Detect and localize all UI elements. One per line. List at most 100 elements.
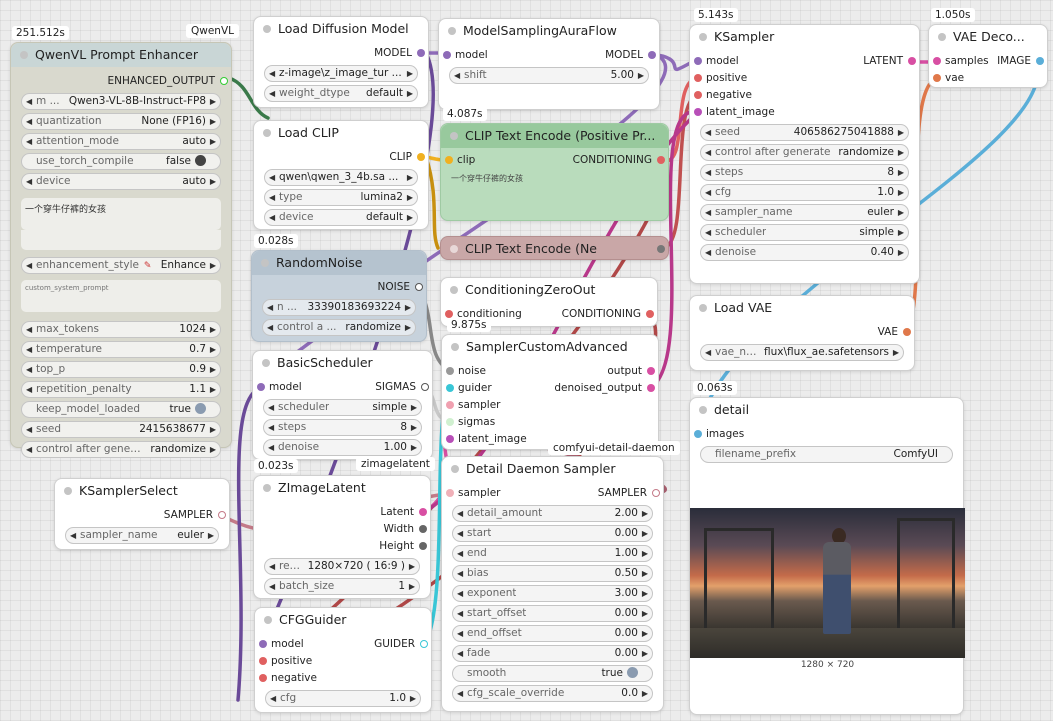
collapse-dot-icon[interactable]	[262, 359, 270, 367]
output-socket[interactable]	[903, 328, 911, 336]
node-title[interactable]: Load CLIP	[254, 121, 428, 145]
output-socket[interactable]	[419, 508, 427, 516]
toggle-knob-icon[interactable]	[195, 155, 206, 166]
left-arrow-icon[interactable]: ◀	[268, 400, 274, 415]
output-model[interactable]: MODEL	[254, 45, 428, 62]
collapse-dot-icon[interactable]	[451, 343, 459, 351]
node-title[interactable]: KSampler	[690, 25, 919, 49]
input-socket[interactable]	[259, 657, 267, 665]
input-model[interactable]: model MODEL	[439, 47, 659, 64]
node-title[interactable]: ConditioningZeroOut	[441, 278, 657, 302]
widget-quantization[interactable]: ◀ quantization None (FP16) ▶	[21, 113, 221, 130]
right-arrow-icon[interactable]: ▶	[642, 686, 648, 701]
zimage-latent-node[interactable]: ZImageLatent Latent Width Height ◀ re ...…	[253, 475, 431, 599]
output-socket[interactable]	[646, 310, 654, 318]
preview-image[interactable]	[690, 508, 965, 658]
collapse-dot-icon[interactable]	[261, 259, 269, 267]
left-arrow-icon[interactable]: ◀	[26, 322, 32, 337]
right-arrow-icon[interactable]: ▶	[210, 114, 216, 129]
output-socket[interactable]	[417, 49, 425, 57]
collapse-dot-icon[interactable]	[699, 406, 707, 414]
left-arrow-icon[interactable]: ◀	[267, 300, 273, 315]
left-arrow-icon[interactable]: ◀	[26, 442, 32, 457]
node-title[interactable]: Detail Daemon Sampler	[442, 457, 663, 481]
right-arrow-icon[interactable]: ▶	[407, 170, 413, 185]
input-socket[interactable]	[446, 418, 454, 426]
widget-weight-dtype[interactable]: ◀ weight_dtype default ▶	[264, 85, 418, 102]
left-arrow-icon[interactable]: ◀	[705, 245, 711, 260]
collapse-dot-icon[interactable]	[448, 27, 456, 35]
output-socket[interactable]	[647, 367, 655, 375]
right-arrow-icon[interactable]: ▶	[210, 362, 216, 377]
widget-start-offset[interactable]: ◀ start_offset 0.00 ▶	[452, 605, 653, 622]
widget-scheduler[interactable]: ◀ scheduler simple ▶	[700, 224, 909, 241]
widget-repetition-penalty[interactable]: ◀ repetition_penalty 1.1 ▶	[21, 381, 221, 398]
collapse-dot-icon[interactable]	[263, 484, 271, 492]
right-arrow-icon[interactable]: ▶	[411, 440, 417, 455]
node-title[interactable]: ZImageLatent	[254, 476, 430, 500]
widget-cfg-scale-override[interactable]: ◀ cfg_scale_override 0.0 ▶	[452, 685, 653, 702]
right-arrow-icon[interactable]: ▶	[208, 528, 214, 543]
output-latent[interactable]: Latent	[254, 504, 430, 521]
right-arrow-icon[interactable]: ▶	[210, 174, 216, 189]
widget-steps[interactable]: ◀ steps 8 ▶	[700, 164, 909, 181]
left-arrow-icon[interactable]: ◀	[454, 68, 460, 83]
widget-denoise[interactable]: ◀ denoise 1.00 ▶	[263, 439, 422, 456]
input-socket[interactable]	[446, 384, 454, 392]
widget-unet-name[interactable]: ◀ z-image\z_image_tur ... ▶	[264, 65, 418, 82]
node-title[interactable]: Load Diffusion Model	[254, 17, 428, 41]
toggle-knob-icon[interactable]	[627, 667, 638, 678]
right-arrow-icon[interactable]: ▶	[409, 559, 415, 574]
right-arrow-icon[interactable]: ▶	[407, 210, 413, 225]
collapse-dot-icon[interactable]	[450, 286, 458, 294]
widget-detail-amount[interactable]: ◀ detail_amount 2.00 ▶	[452, 505, 653, 522]
widget-control-after-generate[interactable]: ◀ control after generate randomize ▶	[700, 144, 909, 161]
widget-batch-size[interactable]: ◀ batch_size 1 ▶	[264, 578, 420, 595]
left-arrow-icon[interactable]: ◀	[457, 586, 463, 601]
collapse-dot-icon[interactable]	[450, 245, 458, 253]
left-arrow-icon[interactable]: ◀	[457, 566, 463, 581]
left-arrow-icon[interactable]: ◀	[26, 258, 32, 273]
right-arrow-icon[interactable]: ▶	[898, 125, 904, 140]
widget-keep-model-loaded[interactable]: keep_model_loaded true	[21, 401, 221, 418]
prompt-text[interactable]: 一个穿牛仔裤的女孩	[451, 173, 658, 211]
output-height[interactable]: Height	[254, 538, 430, 555]
widget-sampler-name[interactable]: ◀ sampler_name euler ▶	[65, 527, 219, 544]
output-socket[interactable]	[417, 153, 425, 161]
right-arrow-icon[interactable]: ▶	[410, 691, 416, 706]
right-arrow-icon[interactable]: ▶	[210, 442, 216, 457]
left-arrow-icon[interactable]: ◀	[705, 165, 711, 180]
left-arrow-icon[interactable]: ◀	[26, 174, 32, 189]
widget-resolution[interactable]: ◀ re ... 1280×720 ( 16:9 ) ▶	[264, 558, 420, 575]
input-clip[interactable]: clip CONDITIONING	[441, 152, 668, 169]
output-vae[interactable]: VAE	[690, 324, 914, 341]
toggle-knob-icon[interactable]	[195, 403, 206, 414]
node-title[interactable]: CLIP Text Encode (Ne	[441, 237, 668, 261]
output-noise[interactable]: NOISE	[252, 279, 426, 296]
load-vae-node[interactable]: Load VAE VAE ◀ vae_n ... flux\flux_ae.safe…	[689, 295, 915, 371]
left-arrow-icon[interactable]: ◀	[269, 66, 275, 81]
widget-filename-prefix[interactable]: filename_prefix ComfyUI	[700, 446, 953, 463]
collapse-dot-icon[interactable]	[20, 51, 28, 59]
output-socket[interactable]	[415, 283, 423, 291]
widget-steps[interactable]: ◀ steps 8 ▶	[263, 419, 422, 436]
left-arrow-icon[interactable]: ◀	[705, 345, 711, 360]
node-title[interactable]: RandomNoise	[252, 251, 426, 275]
collapse-dot-icon[interactable]	[64, 487, 72, 495]
input-socket[interactable]	[933, 57, 941, 65]
left-arrow-icon[interactable]: ◀	[70, 528, 76, 543]
collapse-dot-icon[interactable]	[450, 132, 458, 140]
right-arrow-icon[interactable]: ▶	[898, 165, 904, 180]
output-socket[interactable]	[421, 383, 429, 391]
input-socket[interactable]	[259, 674, 267, 682]
output-socket[interactable]	[652, 489, 660, 497]
input-socket[interactable]	[446, 367, 454, 375]
input-negative[interactable]: negative	[690, 87, 919, 104]
widget-top-p[interactable]: ◀ top_p 0.9 ▶	[21, 361, 221, 378]
basic-scheduler-node[interactable]: BasicScheduler model SIGMAS ◀ scheduler sim…	[252, 350, 433, 460]
widget-type[interactable]: ◀ type lumina2 ▶	[264, 189, 418, 206]
left-arrow-icon[interactable]: ◀	[269, 170, 275, 185]
left-arrow-icon[interactable]: ◀	[705, 225, 711, 240]
input-model[interactable]: model SIGMAS	[253, 379, 432, 396]
widget-vae-name[interactable]: ◀ vae_n ... flux\flux_ae.safetensors ▶	[700, 344, 904, 361]
